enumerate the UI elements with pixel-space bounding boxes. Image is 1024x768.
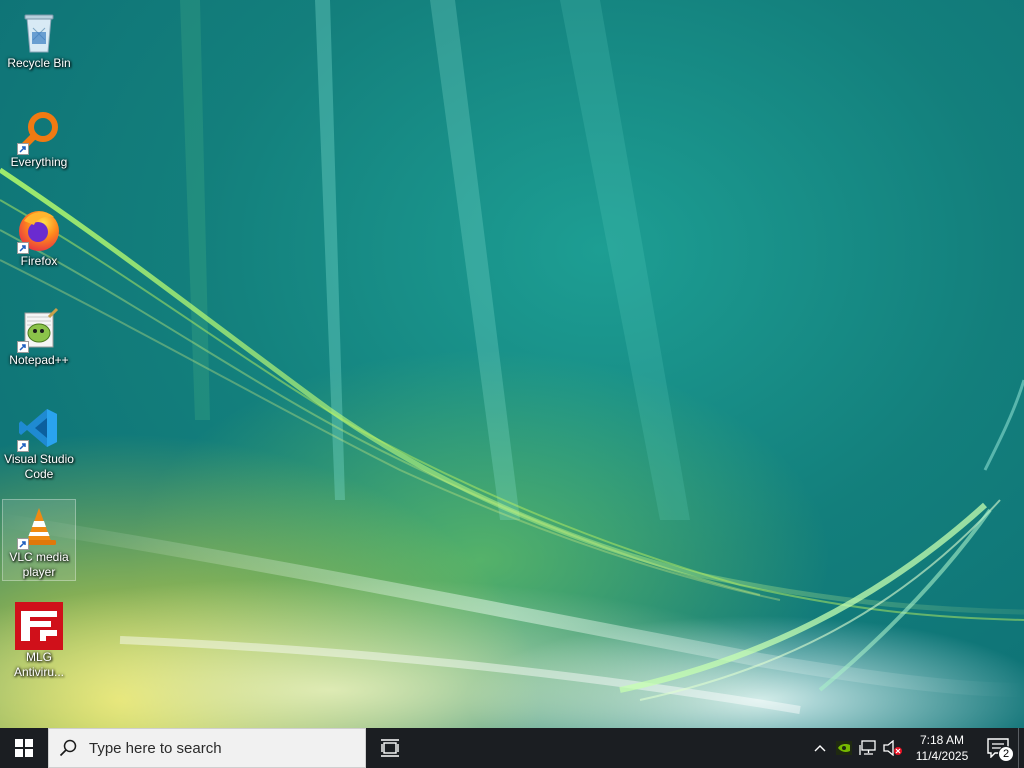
desktop-icon-vscode[interactable]: Visual Studio Code	[2, 400, 76, 482]
windows-logo-icon	[15, 739, 33, 757]
network-tray-button[interactable]	[856, 728, 880, 768]
desktop-icon-mlg-antivirus[interactable]: MLG Antiviru...	[2, 598, 76, 680]
chevron-up-icon	[814, 745, 826, 752]
desktop-icon-label: Recycle Bin	[7, 56, 71, 70]
network-icon	[859, 740, 876, 755]
desktop-icon-label: Everything	[10, 155, 68, 169]
task-view-icon	[381, 739, 399, 757]
nvidia-icon	[836, 741, 852, 755]
shortcut-arrow-icon	[17, 341, 29, 353]
nvidia-tray-button[interactable]	[832, 728, 856, 768]
desktop-icon-label: MLG Antiviru...	[13, 650, 64, 679]
notification-count-badge: 2	[998, 746, 1014, 762]
desktop-icon-recycle-bin[interactable]: Recycle Bin	[2, 4, 76, 86]
vscode-icon	[15, 404, 63, 452]
desktop-icon-label: Notepad++	[9, 353, 69, 367]
taskbar-search-box[interactable]: Type here to search	[48, 728, 366, 768]
desktop-icon-everything[interactable]: Everything	[2, 103, 76, 185]
clock-date: 11/4/2025	[915, 749, 969, 763]
everything-search-icon	[15, 107, 63, 155]
taskbar: Type here to search 7:18 AM 11/4/2025 2	[0, 728, 1024, 768]
wallpaper-art	[0, 0, 1024, 714]
desktop[interactable]: Recycle Bin Everything Firefox Notepad++…	[0, 0, 1024, 728]
desktop-icon-notepad-plus-plus[interactable]: Notepad++	[2, 301, 76, 383]
system-tray: 7:18 AM 11/4/2025 2	[808, 728, 1024, 768]
shortcut-arrow-icon	[17, 440, 29, 452]
vlc-icon	[15, 504, 63, 550]
search-placeholder: Type here to search	[89, 739, 222, 757]
taskbar-clock[interactable]: 7:18 AM 11/4/2025	[906, 728, 978, 768]
show-hidden-icons-button[interactable]	[808, 728, 832, 768]
clock-time: 7:18 AM	[919, 733, 965, 747]
action-center-button[interactable]: 2	[978, 728, 1018, 768]
notepad-plus-plus-icon	[15, 305, 63, 353]
shortcut-arrow-icon	[17, 143, 29, 155]
shortcut-arrow-icon	[17, 538, 29, 550]
desktop-icon-label: Firefox	[20, 254, 58, 268]
show-desktop-button[interactable]	[1018, 728, 1024, 768]
desktop-icon-vlc[interactable]: VLC media player	[2, 499, 76, 581]
desktop-icon-firefox[interactable]: Firefox	[2, 202, 76, 284]
firefox-icon	[15, 206, 63, 254]
volume-muted-icon	[883, 740, 902, 756]
shortcut-arrow-icon	[17, 242, 29, 254]
mlg-antivirus-icon	[15, 602, 63, 650]
task-view-button[interactable]	[366, 728, 414, 768]
desktop-icon-label: VLC media player	[9, 550, 69, 579]
search-icon	[59, 739, 77, 757]
start-button[interactable]	[0, 728, 48, 768]
desktop-icon-label: Visual Studio Code	[4, 452, 74, 481]
volume-tray-button[interactable]	[880, 728, 906, 768]
recycle-bin-icon	[15, 8, 63, 56]
